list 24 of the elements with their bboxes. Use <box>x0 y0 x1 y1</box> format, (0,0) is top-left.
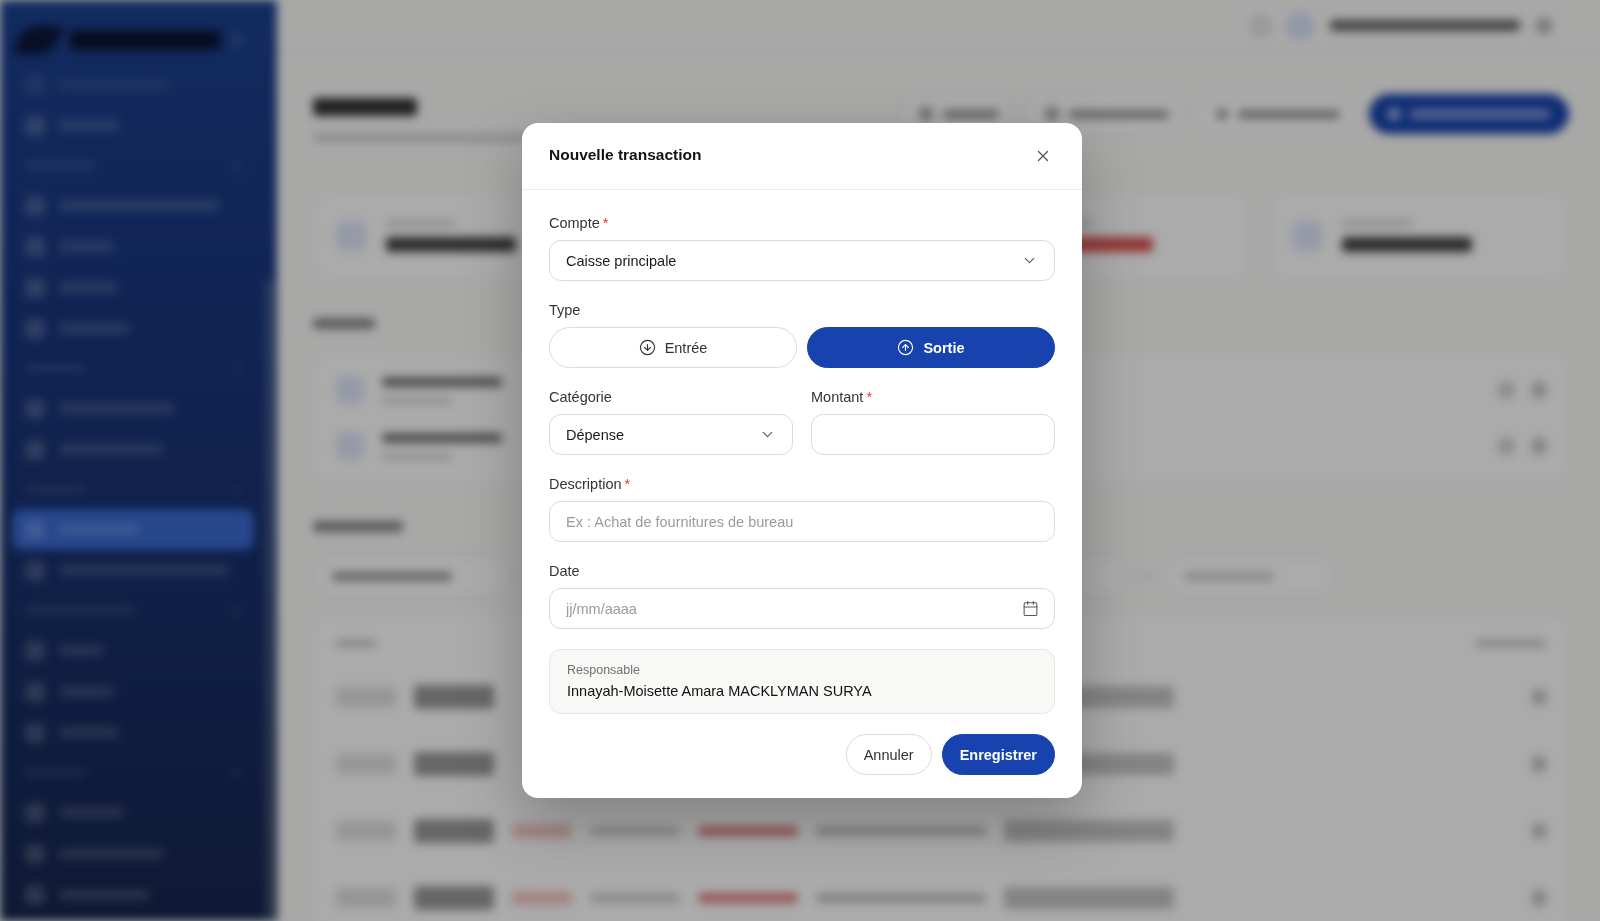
field-label: Catégorie <box>549 388 612 406</box>
field-label: Montant <box>811 388 864 406</box>
description-input[interactable]: Ex : Achat de fournitures de bureau <box>549 501 1055 542</box>
dialog-title: Nouvelle transaction <box>549 144 702 165</box>
amount-input[interactable] <box>811 414 1055 455</box>
responsible-name: Innayah-Moisette Amara MACKLYMAN SURYA <box>567 682 873 700</box>
category-select[interactable]: Dépense <box>549 414 793 455</box>
arrow-up-circle-icon <box>897 339 915 356</box>
field-label: Date <box>549 562 580 580</box>
save-button[interactable]: Enregistrer <box>941 734 1055 775</box>
type-toggle-button[interactable]: Sortie <box>807 327 1055 368</box>
responsible-label: Responsable <box>567 663 641 678</box>
calendar-icon[interactable] <box>1022 600 1039 617</box>
field-label: Type <box>549 301 581 319</box>
required-mark: * <box>624 475 631 493</box>
account-select[interactable]: Caisse principale <box>549 240 1055 281</box>
cancel-button[interactable]: Annuler <box>845 734 932 775</box>
field-label: Compte <box>549 214 600 232</box>
date-input[interactable]: jj/mm/aaaa <box>549 588 1055 629</box>
arrow-down-circle-icon <box>638 339 656 356</box>
field-label: Description <box>549 475 622 493</box>
type-toggle-button[interactable]: Entrée <box>549 327 797 368</box>
required-mark: * <box>866 388 873 406</box>
required-mark: * <box>602 214 609 232</box>
